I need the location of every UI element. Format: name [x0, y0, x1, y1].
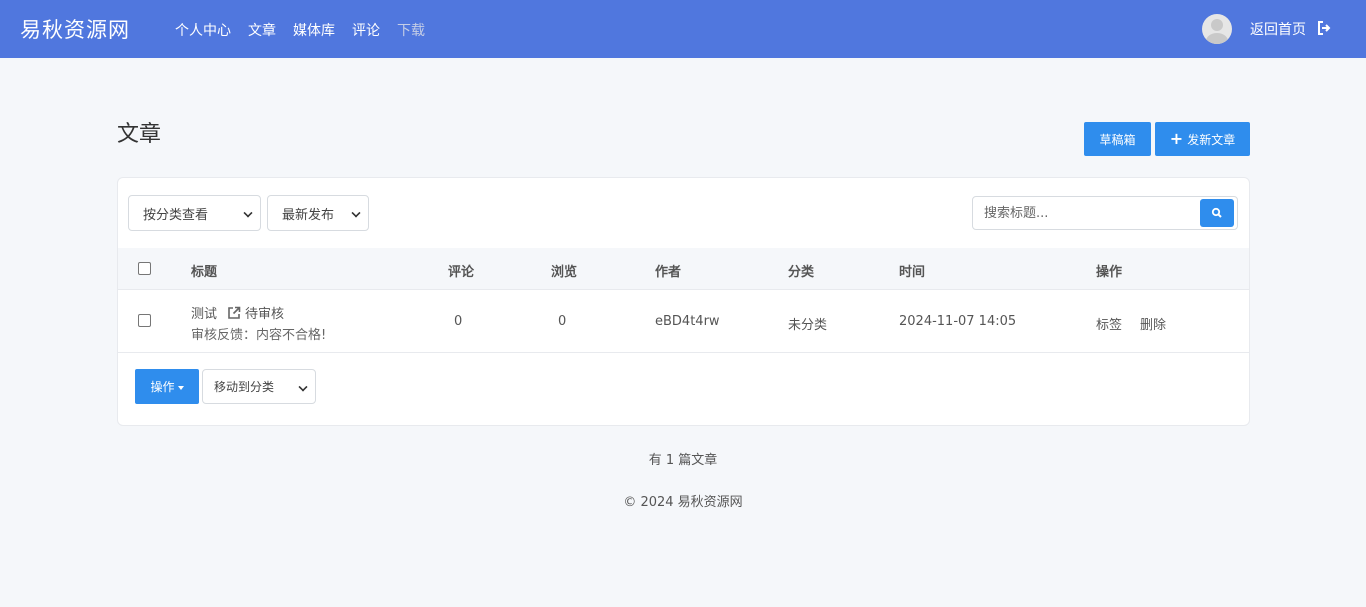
column-header-title: 标题	[191, 265, 218, 280]
table-header: 标题 评论 浏览 作者 分类 时间 操作	[118, 248, 1249, 290]
publish-time: 2024-11-07 14:05	[899, 314, 1017, 329]
sort-select[interactable]: 最新发布	[267, 195, 369, 231]
sort-value: 最新发布	[282, 207, 335, 223]
articles-card: 按分类查看 最新发布 标题 评论 浏览 作者 分类 时间 操作 测试	[117, 177, 1250, 426]
review-feedback: 审核反馈：内容不合格!	[191, 328, 327, 343]
column-header-actions: 操作	[1096, 265, 1123, 280]
author-name[interactable]: eBD4t4rw	[655, 314, 720, 329]
column-header-views: 浏览	[551, 265, 578, 280]
row-checkbox[interactable]	[138, 314, 151, 327]
move-to-category-value: 移动到分类	[214, 380, 275, 394]
table-row: 测试 待审核 审核反馈：内容不合格! 0 0 eBD4t4rw 未分类 2024…	[118, 290, 1249, 353]
views-count: 0	[558, 314, 567, 329]
nav-item-media-library[interactable]: 媒体库	[293, 20, 335, 40]
operations-dropdown-button[interactable]: 操作	[135, 369, 199, 404]
article-count-summary: 有 1 篇文章	[648, 453, 718, 468]
back-to-home-link[interactable]: 返回首页	[1250, 19, 1306, 39]
site-logo[interactable]: 易秋资源网	[20, 14, 130, 44]
category-filter-value: 按分类查看	[143, 207, 209, 223]
column-header-comments: 评论	[448, 265, 475, 280]
comments-count: 0	[454, 314, 463, 329]
plus-icon: +	[1169, 129, 1184, 148]
footer-copyright: © 2024 易秋资源网	[623, 495, 743, 510]
chevron-down-icon	[298, 382, 308, 392]
nav-item-downloads[interactable]: 下载	[397, 20, 425, 40]
main-nav: 个人中心 文章 媒体库 评论 下载	[175, 20, 425, 40]
caret-down-icon	[177, 385, 184, 390]
nav-item-comments[interactable]: 评论	[352, 20, 380, 40]
column-header-author: 作者	[655, 265, 682, 280]
tag-action-link[interactable]: 标签	[1096, 314, 1122, 333]
post-title-link[interactable]: 测试	[191, 303, 217, 322]
post-status-badge: 待审核	[245, 307, 285, 322]
column-header-category: 分类	[788, 265, 815, 280]
chevron-down-icon	[243, 208, 253, 218]
avatar-head-shape	[1211, 19, 1223, 31]
logout-icon[interactable]	[1317, 20, 1331, 36]
search-button[interactable]	[1200, 199, 1234, 227]
top-navbar: 易秋资源网 个人中心 文章 媒体库 评论 下载 返回首页	[0, 0, 1366, 58]
search-input[interactable]	[973, 197, 1199, 229]
column-header-time: 时间	[899, 265, 926, 280]
nav-item-articles[interactable]: 文章	[248, 20, 276, 40]
category-name[interactable]: 未分类	[788, 314, 827, 333]
search-icon	[1211, 207, 1222, 218]
page-title: 文章	[117, 122, 162, 147]
move-to-category-select[interactable]: 移动到分类	[202, 369, 316, 404]
search-box	[972, 196, 1238, 230]
category-filter-select[interactable]: 按分类查看	[128, 195, 261, 231]
drafts-button[interactable]: 草稿箱	[1084, 122, 1151, 156]
avatar[interactable]	[1202, 14, 1232, 44]
external-link-icon[interactable]	[227, 306, 241, 320]
new-post-button-label: 发新文章	[1187, 132, 1236, 147]
chevron-down-icon	[351, 208, 361, 218]
avatar-body-shape	[1206, 33, 1228, 44]
delete-action-link[interactable]: 删除	[1140, 314, 1166, 333]
post-title-cell: 测试 待审核	[191, 303, 284, 322]
select-all-checkbox[interactable]	[138, 262, 151, 275]
operations-button-label: 操作	[150, 380, 175, 394]
nav-item-personal-center[interactable]: 个人中心	[175, 20, 231, 40]
new-post-button[interactable]: + 发新文章	[1155, 122, 1250, 156]
